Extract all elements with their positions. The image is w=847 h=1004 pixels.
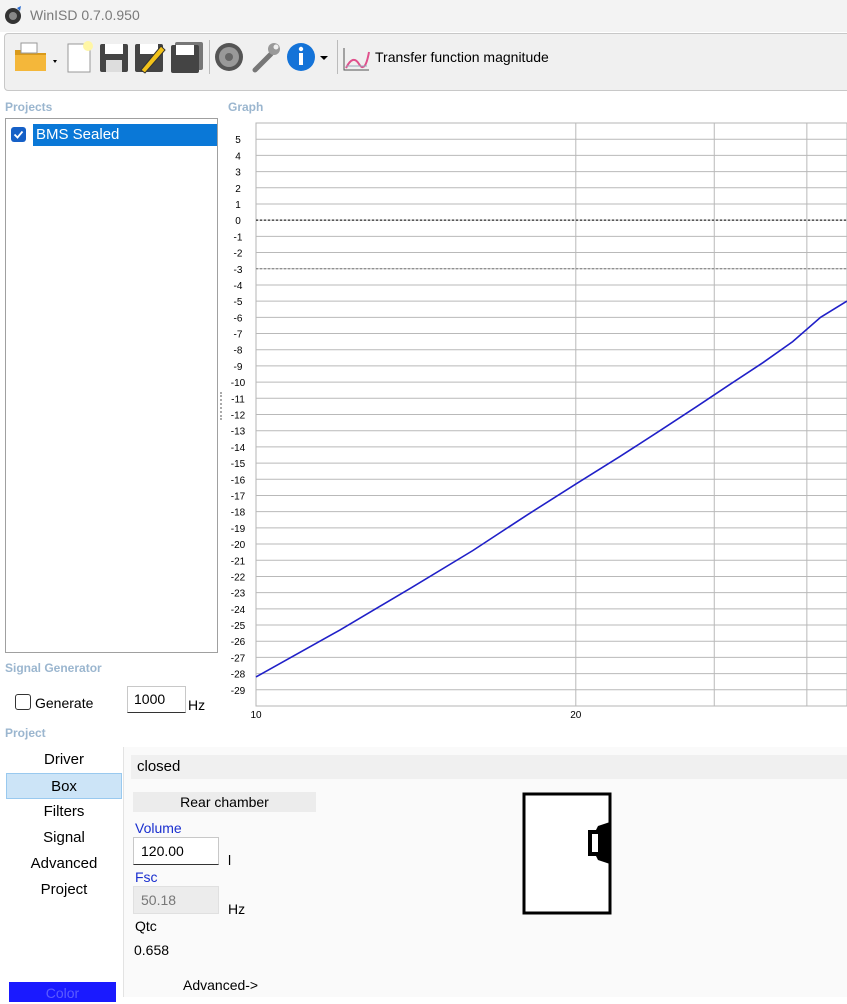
y-tick-label: -16 bbox=[231, 475, 246, 486]
frequency-unit: Hz bbox=[188, 697, 206, 713]
y-tick-label: -10 bbox=[231, 378, 246, 389]
y-tick-label: -25 bbox=[231, 621, 246, 632]
advanced-button[interactable]: Advanced-> bbox=[183, 977, 258, 993]
color-button[interactable]: Color bbox=[9, 982, 116, 1002]
qtc-label: Qtc bbox=[135, 918, 157, 934]
y-tick-label: 3 bbox=[235, 168, 241, 179]
nav-item-advanced[interactable]: Advanced bbox=[6, 851, 122, 877]
project-section-label: Project bbox=[5, 726, 46, 740]
y-tick-label: -1 bbox=[234, 232, 243, 243]
y-tick-label: -20 bbox=[231, 540, 246, 551]
nav-item-project[interactable]: Project bbox=[6, 877, 122, 903]
qtc-value: 0.658 bbox=[134, 942, 170, 958]
nav-item-signal[interactable]: Signal bbox=[6, 825, 122, 851]
graph-select-icon[interactable] bbox=[341, 40, 371, 74]
y-tick-label: 5 bbox=[235, 135, 241, 146]
fsc-label: Fsc bbox=[135, 869, 158, 885]
toolbar-separator bbox=[337, 40, 338, 74]
project-name[interactable]: BMS Sealed bbox=[33, 124, 217, 146]
graph-select-label[interactable]: Transfer function magnitude bbox=[375, 49, 549, 65]
projects-section-label: Projects bbox=[5, 100, 53, 114]
y-tick-label: -23 bbox=[231, 589, 246, 600]
info-icon[interactable] bbox=[285, 40, 331, 74]
graph-section-label: Graph bbox=[228, 100, 264, 114]
projects-list: BMS Sealed bbox=[5, 118, 218, 653]
nav-item-box[interactable]: Box bbox=[6, 773, 122, 799]
project-nav: Driver Box Filters Signal Advanced Proje… bbox=[6, 747, 122, 903]
save-as-icon[interactable] bbox=[133, 40, 167, 74]
window-title: WinISD 0.7.0.950 bbox=[30, 7, 140, 23]
fsc-unit: Hz bbox=[228, 901, 246, 917]
driver-icon[interactable] bbox=[212, 40, 246, 74]
y-tick-label: -28 bbox=[231, 670, 246, 681]
transfer-function-chart: 543210-1-2-3-4-5-6-7-8-9-10-11-12-13-14-… bbox=[231, 122, 847, 721]
y-tick-label: -9 bbox=[234, 362, 243, 373]
generate-label[interactable]: Generate bbox=[35, 695, 93, 711]
y-tick-label: -7 bbox=[234, 330, 243, 341]
x-tick-label: 10 bbox=[250, 710, 262, 721]
splitter-grip[interactable] bbox=[220, 392, 223, 420]
y-tick-label: -21 bbox=[231, 556, 246, 567]
y-tick-label: -4 bbox=[234, 281, 243, 292]
toolbar-separator bbox=[209, 40, 210, 74]
y-tick-label: -15 bbox=[231, 459, 246, 470]
volume-label: Volume bbox=[135, 820, 182, 836]
save-all-icon[interactable] bbox=[169, 40, 205, 74]
save-icon[interactable] bbox=[98, 40, 130, 74]
y-tick-label: -6 bbox=[234, 313, 243, 324]
y-tick-label: -18 bbox=[231, 508, 246, 519]
toolbar: Transfer function magnitude bbox=[4, 33, 847, 91]
nav-item-driver[interactable]: Driver bbox=[6, 747, 122, 773]
app-logo-icon bbox=[5, 6, 21, 24]
y-tick-label: 2 bbox=[235, 184, 241, 195]
volume-input[interactable]: 120.00 bbox=[133, 837, 219, 865]
y-tick-label: -3 bbox=[234, 265, 243, 276]
y-tick-label: -14 bbox=[231, 443, 246, 454]
project-item[interactable]: BMS Sealed bbox=[9, 124, 217, 146]
signal-generator-section-label: Signal Generator bbox=[5, 661, 102, 675]
generate-checkbox[interactable] bbox=[15, 694, 31, 710]
y-tick-label: -5 bbox=[234, 297, 243, 308]
volume-unit: l bbox=[228, 852, 232, 868]
open-folder-icon[interactable] bbox=[13, 40, 61, 74]
y-tick-label: -2 bbox=[234, 249, 243, 260]
x-tick-label: 20 bbox=[570, 710, 582, 721]
tools-icon[interactable] bbox=[249, 40, 283, 74]
y-tick-label: 4 bbox=[235, 151, 241, 162]
new-project-icon[interactable] bbox=[65, 40, 95, 74]
box-panel bbox=[124, 747, 847, 997]
y-tick-label: -29 bbox=[231, 686, 246, 697]
y-tick-label: -13 bbox=[231, 427, 246, 438]
rear-chamber-header: Rear chamber bbox=[133, 792, 316, 812]
y-tick-label: 0 bbox=[235, 216, 241, 227]
y-tick-label: -17 bbox=[231, 491, 246, 502]
project-checkbox[interactable] bbox=[11, 127, 26, 142]
y-tick-label: -27 bbox=[231, 653, 246, 664]
y-tick-label: -26 bbox=[231, 637, 246, 648]
y-tick-label: -19 bbox=[231, 524, 246, 535]
frequency-input[interactable]: 1000 bbox=[127, 686, 186, 713]
y-tick-label: -22 bbox=[231, 572, 246, 583]
y-tick-label: -24 bbox=[231, 605, 246, 616]
y-tick-label: -8 bbox=[234, 346, 243, 357]
y-tick-label: -12 bbox=[231, 411, 246, 422]
box-type-select[interactable]: closed bbox=[131, 755, 847, 779]
box-diagram bbox=[522, 792, 612, 915]
title-bar: WinISD 0.7.0.950 bbox=[0, 0, 847, 32]
fsc-input: 50.18 bbox=[133, 886, 219, 914]
y-tick-label: 1 bbox=[235, 200, 241, 211]
graph-area: 5 4 3 2 1 0 -1 -2 -3 -4 -5 -6 -7 -8 -9 -10 -11 -12 -13 -14-… bbox=[220, 118, 847, 728]
nav-item-filters[interactable]: Filters bbox=[6, 799, 122, 825]
y-tick-label: -11 bbox=[231, 394, 245, 405]
